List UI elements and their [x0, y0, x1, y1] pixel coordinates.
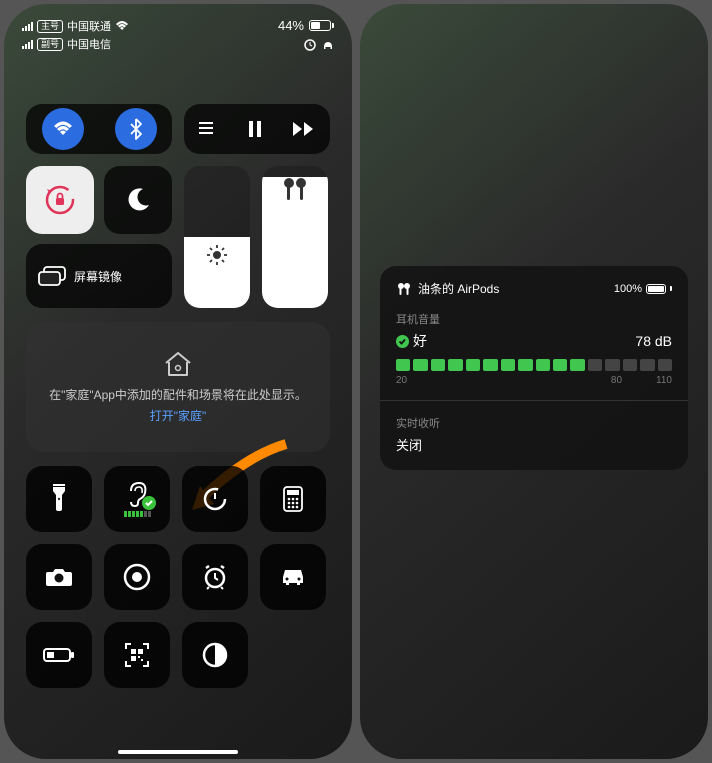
signal-bars-2 — [22, 40, 33, 49]
home-link[interactable]: 打开"家庭" — [150, 407, 207, 424]
screen-mirroring-label: 屏幕镜像 — [74, 268, 122, 285]
timer-button[interactable] — [182, 466, 248, 532]
phone-right: 油条的 AirPods 100% 耳机音量 好 78 dB 20 80 110 … — [360, 4, 708, 759]
alarm-icon — [201, 563, 229, 591]
connectivity-group[interactable] — [26, 104, 172, 154]
bluetooth-icon — [129, 118, 143, 140]
calculator-button[interactable] — [260, 466, 326, 532]
home-indicator[interactable] — [118, 750, 238, 754]
pause-icon[interactable] — [248, 121, 262, 137]
carplay-button[interactable] — [260, 544, 326, 610]
control-center: 屏幕镜像 在"家庭"App中添加的配件和场景将在此处显示。 打开"家庭" — [26, 104, 330, 741]
wifi-icon — [52, 120, 74, 138]
battery-pct: 44% — [278, 18, 304, 33]
car-icon — [278, 567, 308, 587]
flashlight-icon — [50, 484, 68, 514]
sim1-badge: 主号 — [37, 20, 63, 33]
scale-mid: 80 — [611, 375, 622, 386]
hearing-button[interactable] — [104, 466, 170, 532]
airpods-icon — [281, 176, 309, 202]
mirror-icon — [38, 266, 66, 286]
device-name: 油条的 AirPods — [418, 280, 499, 297]
bluetooth-toggle[interactable] — [115, 108, 157, 150]
alarm-button[interactable] — [182, 544, 248, 610]
brightness-slider[interactable] — [184, 166, 250, 308]
sun-icon — [207, 245, 227, 265]
camera-icon — [45, 566, 73, 588]
carrier-1: 中国联通 — [67, 18, 111, 34]
live-listen-value: 关闭 — [396, 435, 672, 454]
flashlight-button[interactable] — [26, 466, 92, 532]
screen-mirroring-button[interactable]: 屏幕镜像 — [26, 244, 172, 308]
home-tile[interactable]: 在"家庭"App中添加的配件和场景将在此处显示。 打开"家庭" — [26, 322, 330, 452]
signal-bars-1 — [22, 22, 33, 31]
check-icon — [396, 335, 409, 348]
timer-icon — [202, 486, 228, 512]
status-bar: 主号 中国联通 副号 中国电信 44% — [4, 4, 352, 100]
media-controls[interactable] — [184, 104, 330, 154]
dnd-toggle[interactable] — [104, 166, 172, 234]
live-listen-label: 实时收听 — [396, 415, 672, 431]
hearing-panel: 油条的 AirPods 100% 耳机音量 好 78 dB 20 80 110 … — [380, 266, 688, 470]
scale-min: 20 — [396, 375, 407, 386]
volume-section-label: 耳机音量 — [396, 311, 672, 327]
dark-mode-icon — [202, 642, 228, 668]
dark-mode-button[interactable] — [182, 622, 248, 688]
home-icon — [163, 350, 193, 378]
carrier-2: 中国电信 — [67, 36, 111, 52]
camera-button[interactable] — [26, 544, 92, 610]
live-listen-row[interactable]: 实时收听 关闭 — [396, 415, 672, 454]
playlist-icon — [199, 122, 217, 136]
hearing-mini-bars — [124, 511, 151, 517]
db-value: 78 dB — [635, 333, 672, 349]
device-battery-pct: 100% — [614, 283, 642, 295]
screen-record-button[interactable] — [104, 544, 170, 610]
low-power-button[interactable] — [26, 622, 92, 688]
home-text: 在"家庭"App中添加的配件和场景将在此处显示。 — [49, 386, 307, 403]
moon-icon — [125, 187, 151, 213]
wifi-icon — [115, 21, 129, 31]
record-icon — [123, 563, 151, 591]
orientation-lock-status-icon — [304, 39, 316, 51]
phone-left: 主号 中国联通 副号 中国电信 44% — [4, 4, 352, 759]
volume-slider[interactable] — [262, 166, 328, 308]
qr-scan-button[interactable] — [104, 622, 170, 688]
db-meter — [396, 359, 672, 371]
sim2-badge: 副号 — [37, 38, 63, 51]
orientation-lock-icon — [43, 183, 77, 217]
qr-icon — [124, 642, 150, 668]
battery-icon — [43, 647, 75, 663]
forward-icon[interactable] — [293, 122, 315, 136]
airpods-icon — [396, 281, 412, 297]
headphones-status-icon — [322, 39, 334, 51]
check-badge-icon — [142, 496, 156, 510]
orientation-lock-toggle[interactable] — [26, 166, 94, 234]
battery-icon — [309, 20, 334, 31]
battery-icon — [646, 284, 666, 294]
calculator-icon — [283, 486, 303, 512]
wifi-toggle[interactable] — [42, 108, 84, 150]
volume-status-text: 好 — [413, 331, 427, 351]
scale-max: 110 — [656, 375, 672, 386]
